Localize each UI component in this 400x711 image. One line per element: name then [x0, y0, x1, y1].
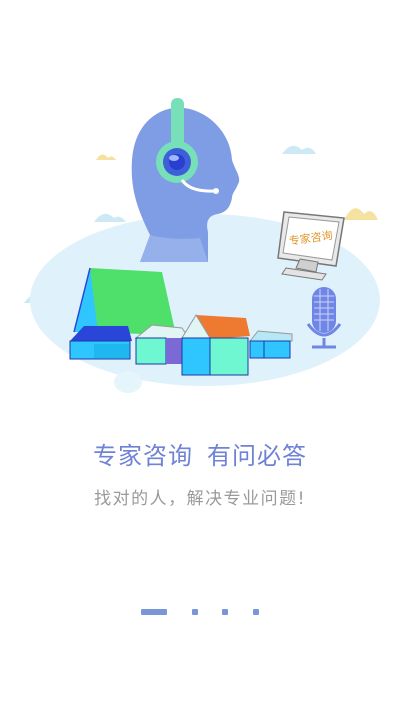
- page-indicator-dot-4[interactable]: [253, 609, 259, 615]
- house-orange-roof: [181, 314, 250, 376]
- page-indicator: [0, 609, 400, 617]
- decorative-hill-right: [344, 208, 378, 220]
- onboarding-title-left: 专家咨询: [93, 442, 193, 470]
- headset-mic-tip: [213, 188, 219, 194]
- onboarding-subtitle: 找对的人，解决专业问题!: [94, 489, 306, 509]
- decorative-hill-mid-left: [94, 213, 126, 222]
- person-head-shadow: [140, 235, 208, 262]
- page-indicator-dot-active[interactable]: [141, 609, 167, 615]
- page-indicator-dot-3[interactable]: [222, 609, 228, 615]
- expert-consultation-illustration: 专家咨询: [24, 98, 380, 393]
- decorative-hill-top-right: [282, 145, 316, 154]
- speech-bubble-tail: [114, 371, 142, 393]
- house-big-green-roof: [73, 267, 176, 335]
- page-indicator-dot-2[interactable]: [192, 609, 198, 615]
- decorative-hill-top-left: [96, 154, 116, 160]
- house-small-right: [248, 330, 293, 359]
- onboarding-title: 专家咨询 有问必答: [0, 436, 400, 471]
- onboarding-title-right: 有问必答: [207, 442, 307, 470]
- headset-earcup-shine: [169, 155, 179, 161]
